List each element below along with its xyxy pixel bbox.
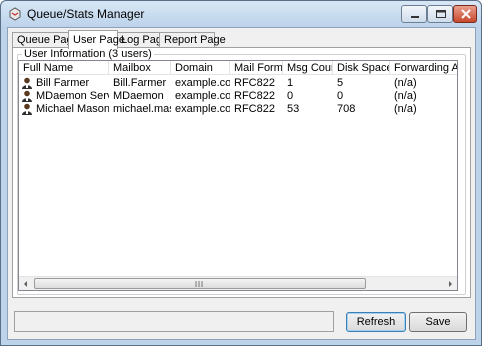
close-icon (461, 9, 471, 19)
cell-disk-space: 708 (337, 103, 356, 115)
table-row[interactable]: MDaemon Server MDaemon example.com RFC82… (19, 90, 457, 103)
cell-disk-space: 5 (337, 77, 344, 89)
cell-forwarding-address: (n/a) (394, 103, 417, 115)
column-header-domain[interactable]: Domain (171, 61, 230, 75)
user-list[interactable]: Full Name Mailbox Domain Mail Format Msg… (18, 60, 458, 291)
scroll-thumb[interactable] (34, 278, 366, 289)
list-header: Full Name Mailbox Domain Mail Format Msg… (19, 61, 457, 75)
cell-domain: example.com (175, 90, 230, 102)
column-header-mail-format[interactable]: Mail Format (230, 61, 283, 75)
title-bar[interactable]: Queue/Stats Manager (1, 1, 481, 27)
app-icon (9, 7, 21, 21)
close-button[interactable] (453, 5, 477, 23)
cell-mailbox: michael.mason (113, 103, 171, 115)
cell-full-name: Bill Farmer (36, 77, 90, 89)
status-field (14, 311, 334, 332)
table-row[interactable]: Bill Farmer Bill.Farmer example.com RFC8… (19, 77, 457, 90)
table-row[interactable]: Michael Mason michael.mason example.com … (19, 103, 457, 116)
cell-msg-count: 0 (287, 90, 294, 102)
maximize-button[interactable] (427, 5, 453, 23)
cell-mail-format: RFC822 (234, 77, 275, 89)
maximize-icon (436, 10, 446, 18)
group-label: User Information (3 users) (22, 48, 154, 60)
cell-full-name: MDaemon Server (36, 90, 109, 102)
save-button[interactable]: Save (409, 312, 467, 332)
column-header-disk-space[interactable]: Disk Space (333, 61, 390, 75)
cell-full-name: Michael Mason (36, 103, 109, 115)
cell-disk-space: 0 (337, 90, 344, 102)
tab-queue-page[interactable]: Queue Page (12, 32, 79, 48)
cell-mailbox: Bill.Farmer (113, 77, 167, 89)
cell-msg-count: 1 (287, 77, 294, 89)
refresh-button[interactable]: Refresh (346, 312, 406, 332)
cell-domain: example.com (175, 77, 230, 89)
cell-mail-format: RFC822 (234, 90, 275, 102)
scroll-right-icon[interactable] (443, 277, 457, 291)
client-area: Queue Page User Page Log Page Report Pag… (7, 27, 476, 340)
app-window: Queue/Stats Manager Queue Page User Page… (0, 0, 482, 346)
cell-mail-format: RFC822 (234, 103, 275, 115)
cell-mailbox: MDaemon (113, 90, 164, 102)
column-header-mailbox[interactable]: Mailbox (109, 61, 171, 75)
cell-forwarding-address: (n/a) (394, 77, 417, 89)
tab-report-page[interactable]: Report Page (159, 32, 226, 48)
cell-domain: example.com (175, 103, 230, 115)
minimize-icon (411, 16, 419, 18)
window-title: Queue/Stats Manager (27, 7, 145, 21)
grip-icon (195, 281, 203, 287)
column-header-forwarding-address[interactable]: Forwarding Addre (390, 61, 457, 75)
minimize-button[interactable] (401, 5, 427, 23)
horizontal-scrollbar[interactable] (19, 276, 457, 290)
scroll-left-icon[interactable] (19, 277, 33, 291)
cell-forwarding-address: (n/a) (394, 90, 417, 102)
tab-user-page[interactable]: User Page (68, 30, 125, 49)
column-header-full-name[interactable]: Full Name (19, 61, 109, 75)
cell-msg-count: 53 (287, 103, 300, 115)
column-header-msg-count[interactable]: Msg Count (283, 61, 333, 75)
